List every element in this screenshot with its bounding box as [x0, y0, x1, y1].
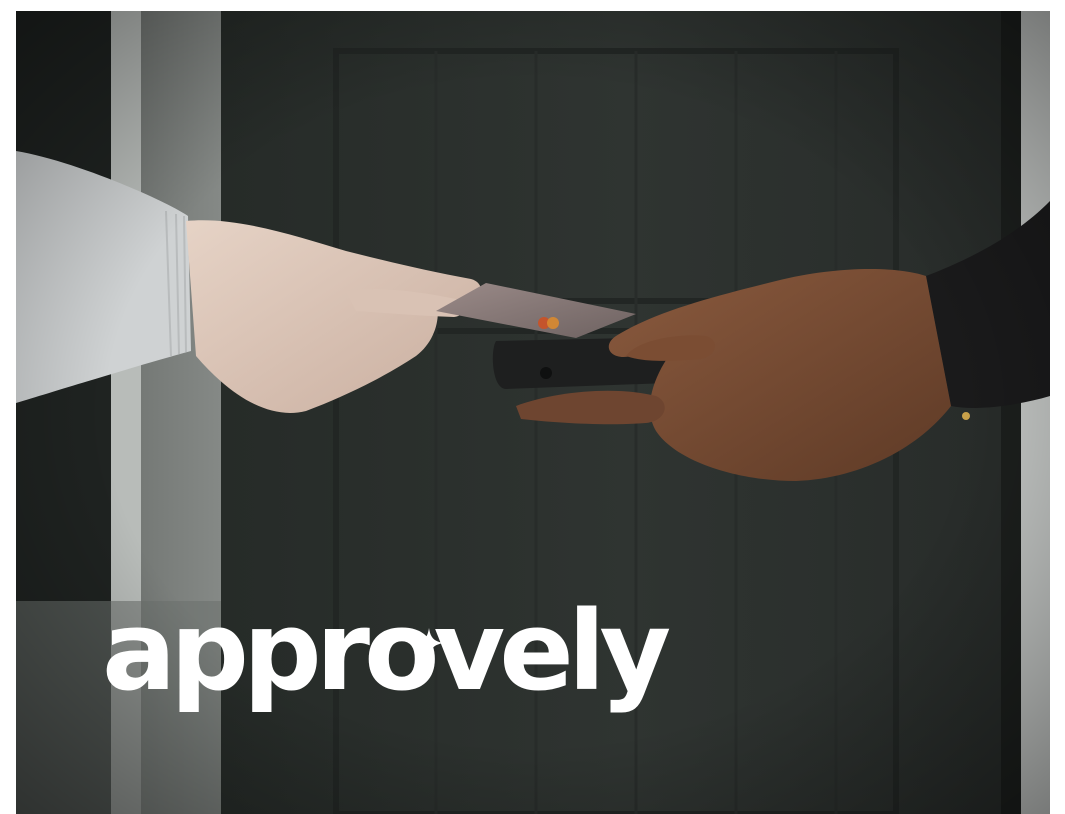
- photo-frame: approvely: [16, 11, 1050, 814]
- brand-logo: approvely: [102, 587, 671, 715]
- brand-wordmark: approvely: [102, 587, 671, 715]
- sparkle-star-icon: [414, 628, 444, 658]
